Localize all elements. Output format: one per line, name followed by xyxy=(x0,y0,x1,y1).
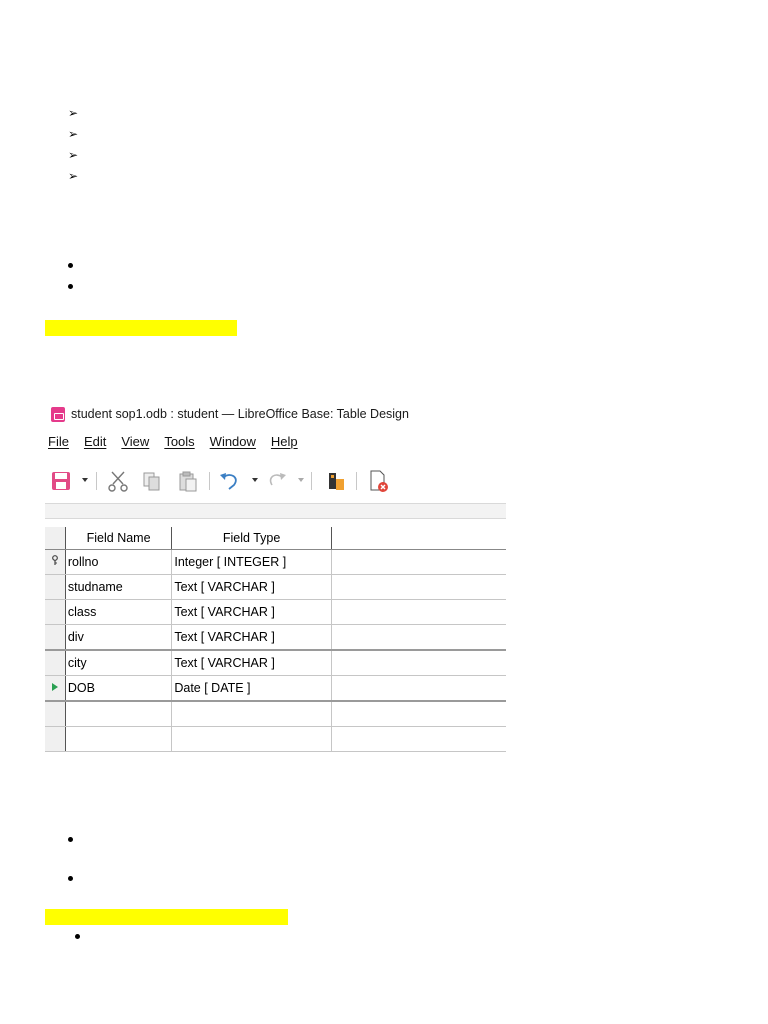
save-icon[interactable] xyxy=(51,469,71,493)
toolbar-separator xyxy=(209,472,210,490)
description-cell[interactable] xyxy=(331,599,506,625)
row-handle-header xyxy=(45,527,66,550)
description-cell[interactable] xyxy=(331,675,506,702)
table-row[interactable] xyxy=(45,701,506,727)
description-cell[interactable] xyxy=(331,549,506,575)
row-handle[interactable] xyxy=(45,650,66,676)
field-type-cell[interactable]: Integer [ INTEGER ] xyxy=(171,549,332,575)
field-name-cell[interactable]: DOB xyxy=(65,675,173,702)
field-type-cell[interactable]: Text [ VARCHAR ] xyxy=(171,574,332,600)
field-type-cell[interactable]: Text [ VARCHAR ] xyxy=(171,650,332,676)
field-name-cell[interactable] xyxy=(65,701,173,727)
libreoffice-base-screenshot: student sop1.odb : student — LibreOffice… xyxy=(45,400,506,752)
column-header-description[interactable] xyxy=(331,527,506,550)
field-name-cell[interactable]: class xyxy=(65,599,173,625)
column-header-field-type[interactable]: Field Type xyxy=(171,527,332,550)
header-row: Field Name Field Type xyxy=(45,527,506,550)
table-row[interactable]: class Text [ VARCHAR ] xyxy=(45,599,506,625)
table-row[interactable]: div Text [ VARCHAR ] xyxy=(45,624,506,651)
toolbar xyxy=(45,466,506,496)
arrow-bullet: ➢ xyxy=(68,127,79,141)
menu-file[interactable]: File xyxy=(48,434,69,454)
description-cell[interactable] xyxy=(331,726,506,752)
field-type-cell[interactable]: Text [ VARCHAR ] xyxy=(171,624,332,651)
toolbar-separator xyxy=(356,472,357,490)
undo-dropdown-icon[interactable] xyxy=(252,478,258,482)
row-handle[interactable] xyxy=(45,599,66,625)
close-document-icon[interactable] xyxy=(368,469,390,493)
field-name-cell[interactable]: studname xyxy=(65,574,173,600)
menu-help[interactable]: Help xyxy=(271,434,298,454)
field-name-cell[interactable]: city xyxy=(65,650,173,676)
round-bullet xyxy=(68,876,73,881)
table-row[interactable]: studname Text [ VARCHAR ] xyxy=(45,574,506,600)
description-cell[interactable] xyxy=(331,650,506,676)
row-handle[interactable] xyxy=(45,574,66,600)
toolbar-separator xyxy=(96,472,97,490)
table-row[interactable]: city Text [ VARCHAR ] xyxy=(45,650,506,676)
primary-key-icon xyxy=(52,555,58,565)
field-type-cell[interactable]: Text [ VARCHAR ] xyxy=(171,599,332,625)
description-cell[interactable] xyxy=(331,701,506,727)
column-header-field-name[interactable]: Field Name xyxy=(65,527,173,550)
menu-tools[interactable]: Tools xyxy=(164,434,194,454)
row-handle[interactable] xyxy=(45,726,66,752)
table-row[interactable]: DOB Date [ DATE ] xyxy=(45,675,506,702)
menu-bar: File Edit View Tools Window Help xyxy=(45,434,310,454)
row-handle[interactable] xyxy=(45,701,66,727)
highlighted-line xyxy=(45,320,237,336)
arrow-bullet: ➢ xyxy=(68,169,79,183)
libreoffice-base-icon xyxy=(51,406,65,422)
table-row[interactable]: rollno Integer [ INTEGER ] xyxy=(45,549,506,575)
description-cell[interactable] xyxy=(331,624,506,651)
toolbar-separator xyxy=(311,472,312,490)
round-bullet xyxy=(68,263,73,268)
field-name-cell[interactable] xyxy=(65,726,173,752)
row-handle[interactable] xyxy=(45,549,66,575)
toolbar-divider xyxy=(45,503,506,519)
redo-dropdown-icon[interactable] xyxy=(298,478,304,482)
title-bar: student sop1.odb : student — LibreOffice… xyxy=(45,400,506,428)
field-name-cell[interactable]: div xyxy=(65,624,173,651)
round-bullet xyxy=(68,284,73,289)
field-type-cell[interactable] xyxy=(171,726,332,752)
copy-icon[interactable] xyxy=(141,469,163,493)
highlighted-line xyxy=(45,909,288,925)
window-title: student sop1.odb : student — LibreOffice… xyxy=(71,407,409,421)
row-handle[interactable] xyxy=(45,675,66,702)
row-handle[interactable] xyxy=(45,624,66,651)
save-dropdown-icon[interactable] xyxy=(82,478,88,482)
arrow-bullet: ➢ xyxy=(68,106,79,120)
menu-window[interactable]: Window xyxy=(210,434,256,454)
round-bullet xyxy=(68,837,73,842)
undo-icon[interactable] xyxy=(218,469,242,493)
table-design-grid: Field Name Field Type rollno Integer [ I… xyxy=(45,527,506,752)
menu-edit[interactable]: Edit xyxy=(84,434,106,454)
round-bullet xyxy=(75,934,80,939)
table-row[interactable] xyxy=(45,726,506,752)
field-name-cell[interactable]: rollno xyxy=(65,549,173,575)
current-row-icon xyxy=(51,682,58,691)
index-design-icon[interactable] xyxy=(327,469,347,493)
field-type-cell[interactable] xyxy=(171,701,332,727)
menu-view[interactable]: View xyxy=(121,434,149,454)
field-type-cell[interactable]: Date [ DATE ] xyxy=(171,675,332,702)
description-cell[interactable] xyxy=(331,574,506,600)
cut-icon[interactable] xyxy=(107,469,129,493)
arrow-bullet: ➢ xyxy=(68,148,79,162)
redo-icon[interactable] xyxy=(264,469,288,493)
paste-icon[interactable] xyxy=(177,469,199,493)
